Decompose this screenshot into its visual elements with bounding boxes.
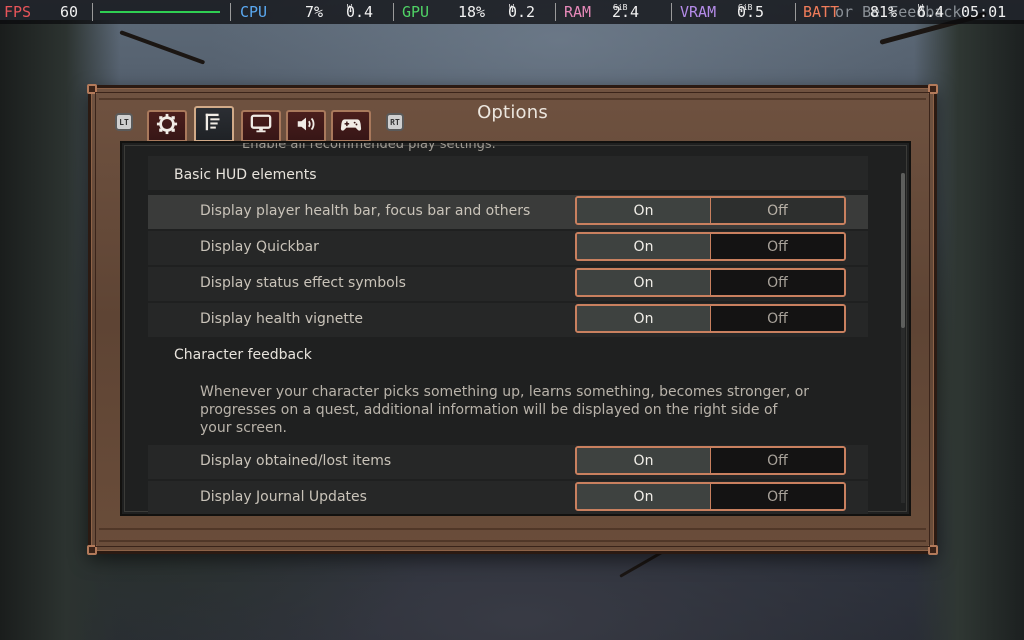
setting-label: Display Quickbar (200, 239, 319, 255)
wood-grain (99, 540, 926, 542)
gpu-usage: 18% (458, 3, 486, 21)
ram-label: RAM (564, 3, 592, 21)
tab-display[interactable] (241, 110, 281, 142)
divider (230, 3, 231, 21)
right-bumper-hint: RT (386, 113, 404, 131)
section-title-basic-hud: Basic HUD elements (174, 167, 317, 183)
option-off[interactable]: Off (711, 270, 844, 295)
tab-controls[interactable] (331, 110, 371, 142)
frame-corner (87, 84, 97, 94)
monitor-icon (250, 113, 272, 139)
speaker-icon (295, 113, 317, 139)
divider (671, 3, 672, 21)
toggle-status-effects[interactable]: On Off (575, 268, 846, 297)
frame-corner (87, 545, 97, 555)
option-off[interactable]: Off (711, 448, 844, 473)
frametime-graph (100, 11, 220, 13)
option-off[interactable]: Off (711, 484, 844, 509)
divider (393, 3, 394, 21)
left-bumper-hint: LT (115, 113, 133, 131)
toggle-journal-updates[interactable]: On Off (575, 482, 846, 511)
tab-audio[interactable] (286, 110, 326, 142)
tab-general[interactable] (147, 110, 187, 142)
divider (92, 3, 93, 21)
cpu-power-unit: W (347, 3, 352, 12)
frame-corner (928, 84, 938, 94)
scrollbar-thumb[interactable] (901, 173, 905, 328)
toggle-health-vignette[interactable]: On Off (575, 304, 846, 333)
performance-overlay: FPS 60 CPU 7% 0.4 W GPU 18% 0.2 W RAM 2.4 G… (0, 0, 1024, 24)
vram-unit: GiB (738, 3, 753, 12)
setting-label: Display player health bar, focus bar and… (200, 203, 531, 219)
toggle-health-bar[interactable]: On Off (575, 196, 846, 225)
option-off[interactable]: Off (711, 306, 844, 331)
clock: 05:01 (961, 3, 1007, 21)
divider (555, 3, 556, 21)
gamepad-icon (340, 113, 362, 139)
wood-grain (99, 98, 926, 100)
option-on[interactable]: On (577, 234, 711, 259)
toggle-quickbar[interactable]: On Off (575, 232, 846, 261)
divider (795, 3, 796, 21)
wood-grain (99, 528, 926, 530)
fps-value: 60 (60, 3, 79, 21)
background-branch (119, 30, 206, 65)
option-on[interactable]: On (577, 306, 711, 331)
option-off[interactable]: Off (711, 234, 844, 259)
option-on[interactable]: On (577, 198, 711, 223)
gear-icon (156, 113, 178, 139)
frame-corner (928, 545, 938, 555)
option-on[interactable]: On (577, 484, 711, 509)
options-content-area: Enable all recommended play settings. Ba… (120, 141, 911, 516)
hud-settings-icon (203, 111, 225, 137)
setting-label: Display obtained/lost items (200, 453, 392, 469)
cpu-usage: 7% (305, 3, 324, 21)
gpu-power-unit: W (509, 3, 514, 12)
option-on[interactable]: On (577, 270, 711, 295)
toggle-obtained-items[interactable]: On Off (575, 446, 846, 475)
setting-label: Display Journal Updates (200, 489, 367, 505)
vram-label: VRAM (680, 3, 717, 21)
battery-percent: 81% (870, 3, 898, 21)
clipped-description: Enable all recommended play settings. (242, 141, 496, 152)
setting-label: Display status effect symbols (200, 275, 406, 291)
battery-label: BATT (803, 3, 840, 21)
fps-label: FPS (4, 3, 32, 21)
option-off[interactable]: Off (711, 198, 844, 223)
section-description: Whenever your character picks something … (200, 384, 810, 436)
options-dialog: Options LT RT Enable all recommended pla… (87, 84, 938, 555)
cpu-label: CPU (240, 3, 268, 21)
battery-power-unit: W (918, 3, 923, 12)
ram-unit: GiB (613, 3, 628, 12)
section-title-character-feedback: Character feedback (174, 347, 312, 363)
setting-label: Display health vignette (200, 311, 363, 327)
option-on[interactable]: On (577, 448, 711, 473)
gpu-label: GPU (402, 3, 430, 21)
tab-hud[interactable] (194, 106, 234, 142)
